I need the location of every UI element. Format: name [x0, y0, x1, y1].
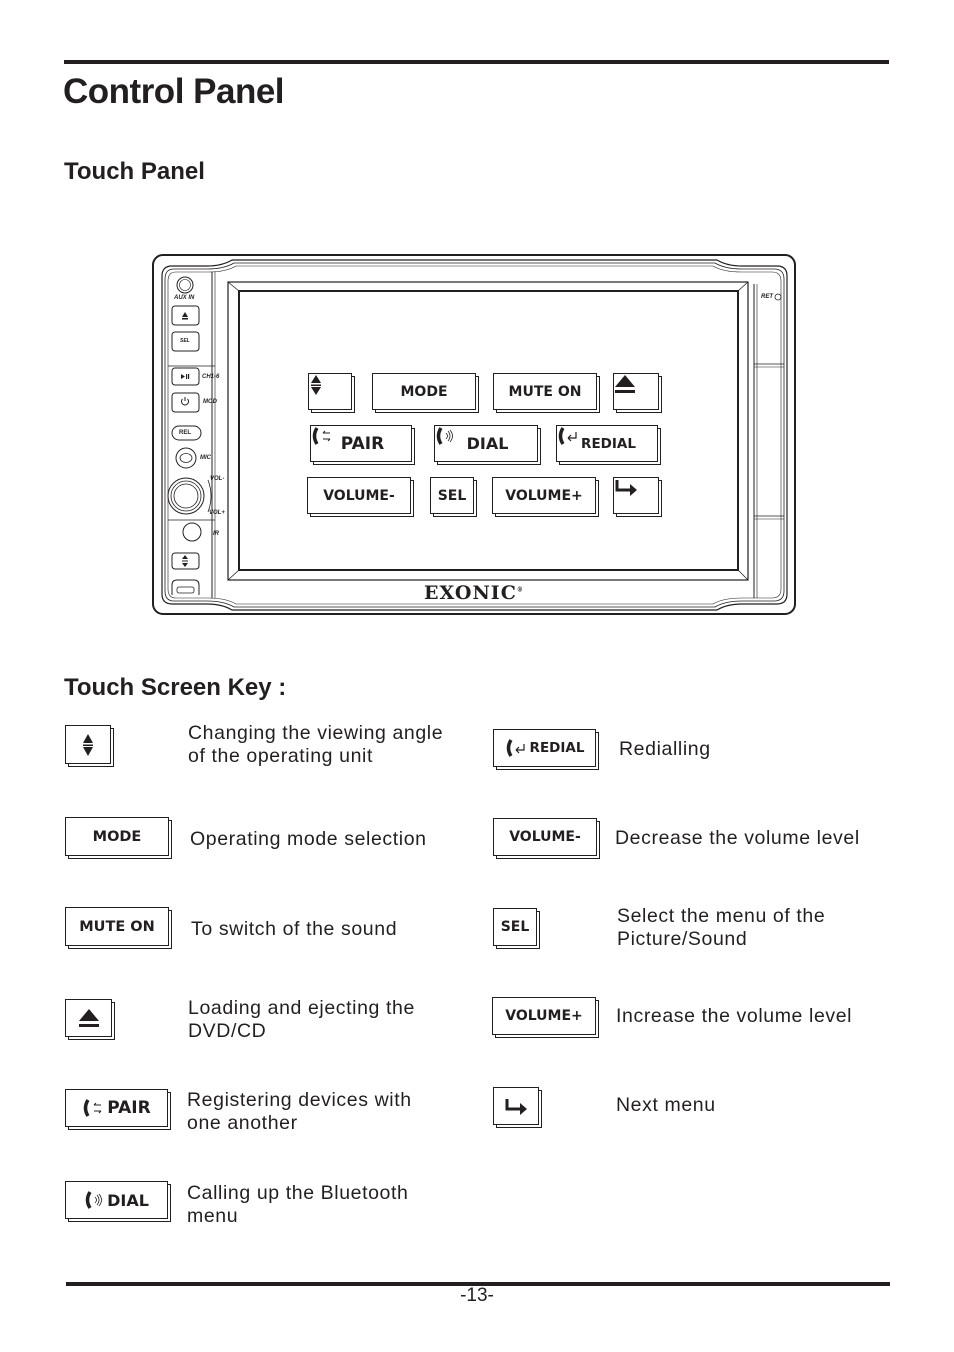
ret-label: RET	[761, 294, 773, 300]
desc-line: Select the menu of the	[617, 905, 826, 927]
angle-up-down-icon	[83, 733, 93, 756]
legend-desc-pair: Registering devices with one another	[187, 1089, 412, 1135]
dial-label: DIAL	[466, 434, 509, 453]
dial-label: DIAL	[107, 1190, 149, 1210]
redial-label: REDIAL	[581, 435, 636, 452]
rel-button-label: REL	[179, 430, 191, 436]
legend-desc-dial: Calling up the Bluetooth menu	[187, 1182, 408, 1228]
screen-key-pair[interactable]: PAIR	[310, 425, 412, 462]
mod-label: MOD	[203, 399, 217, 405]
legend-key-redial: REDIAL	[493, 729, 596, 767]
page-number: -13-	[460, 1285, 494, 1306]
screen-key-sel[interactable]: SEL	[430, 477, 474, 514]
brand-logo: EXONIC®	[424, 582, 524, 604]
legend-key-volume-minus: VOLUME-	[493, 818, 597, 856]
section-heading-touch-screen-key: Touch Screen Key :	[64, 674, 287, 701]
legend-key-mute-on: MUTE ON	[65, 907, 169, 946]
legend-desc-mute-on: To switch of the sound	[191, 918, 398, 940]
eject-icon	[615, 375, 635, 393]
eject-icon	[78, 1009, 99, 1027]
legend-desc-sel: Select the menu of the Picture/Sound	[617, 905, 825, 951]
legend-desc-redial: Redialling	[619, 738, 711, 760]
brand-name: EXONIC	[424, 582, 517, 604]
legend-desc-angle: Changing the viewing angle of the operat…	[188, 722, 443, 768]
screen-key-eject[interactable]	[613, 373, 659, 410]
registered-mark: ®	[516, 586, 524, 594]
screen-key-volume-plus[interactable]: VOLUME+	[492, 477, 596, 514]
next-menu-arrow-icon	[505, 1099, 527, 1115]
phone-pair-icon	[82, 1098, 104, 1118]
legend-desc-volume-plus: Increase the volume level	[616, 1005, 853, 1027]
desc-line: Changing the viewing angle	[188, 722, 444, 744]
screen-key-angle[interactable]	[308, 373, 352, 410]
legend-desc-next: Next menu	[616, 1094, 716, 1116]
legend-desc-volume-minus: Decrease the volume level	[615, 827, 860, 849]
desc-line: of the operating unit	[188, 745, 373, 767]
ch-label: CH1-6	[202, 374, 220, 380]
desc-line: Registering devices with	[187, 1089, 412, 1111]
legend-key-sel: SEL	[493, 908, 537, 946]
ir-label: IR	[213, 531, 219, 537]
legend-desc-eject: Loading and ejecting the DVD/CD	[188, 997, 415, 1043]
screen-key-dial[interactable]: DIAL	[434, 425, 538, 462]
angle-up-down-icon	[311, 375, 321, 395]
desc-line: one another	[187, 1112, 298, 1134]
legend-key-volume-plus: VOLUME+	[492, 997, 596, 1035]
legend-key-pair: PAIR	[65, 1089, 168, 1127]
legend-key-eject	[65, 999, 112, 1037]
legend-key-angle	[65, 725, 111, 764]
screen-key-mode[interactable]: MODE	[372, 373, 476, 410]
desc-line: Loading and ejecting the	[188, 997, 415, 1019]
desc-line: DVD/CD	[188, 1020, 267, 1042]
next-menu-arrow-icon	[615, 480, 637, 496]
top-rule	[64, 60, 889, 64]
desc-line: menu	[187, 1205, 239, 1227]
legend-key-next	[493, 1087, 539, 1125]
screen-key-next[interactable]	[613, 477, 659, 514]
desc-line: Calling up the Bluetooth	[187, 1182, 409, 1204]
vol-plus-label: VOL+	[209, 510, 225, 516]
legend-desc-mode: Operating mode selection	[190, 828, 427, 850]
sel-hard-key-label: SEL	[180, 338, 190, 344]
page-title: Control Panel	[63, 72, 285, 111]
phone-dial-icon	[84, 1190, 104, 1210]
desc-line: Picture/Sound	[617, 928, 748, 950]
vol-minus-label: VOL-	[210, 476, 225, 482]
head-unit-illustration: AUX IN SEL CH1-6 MOD REL MIC VOL- VOL+ I…	[152, 254, 796, 615]
phone-redial-icon	[505, 738, 527, 758]
pair-label: PAIR	[107, 1098, 151, 1118]
legend-key-mode: MODE	[65, 817, 169, 856]
screen-key-redial[interactable]: REDIAL	[556, 425, 658, 462]
mic-label: MIC	[200, 455, 211, 461]
redial-label: REDIAL	[529, 740, 585, 756]
section-heading-touch-panel: Touch Panel	[64, 158, 205, 185]
legend-key-dial: DIAL	[65, 1181, 168, 1219]
pair-label: PAIR	[340, 433, 385, 454]
screen-key-mute-on[interactable]: MUTE ON	[493, 373, 597, 410]
screen-key-volume-minus[interactable]: VOLUME-	[307, 477, 411, 514]
aux-in-label: AUX IN	[174, 295, 195, 301]
